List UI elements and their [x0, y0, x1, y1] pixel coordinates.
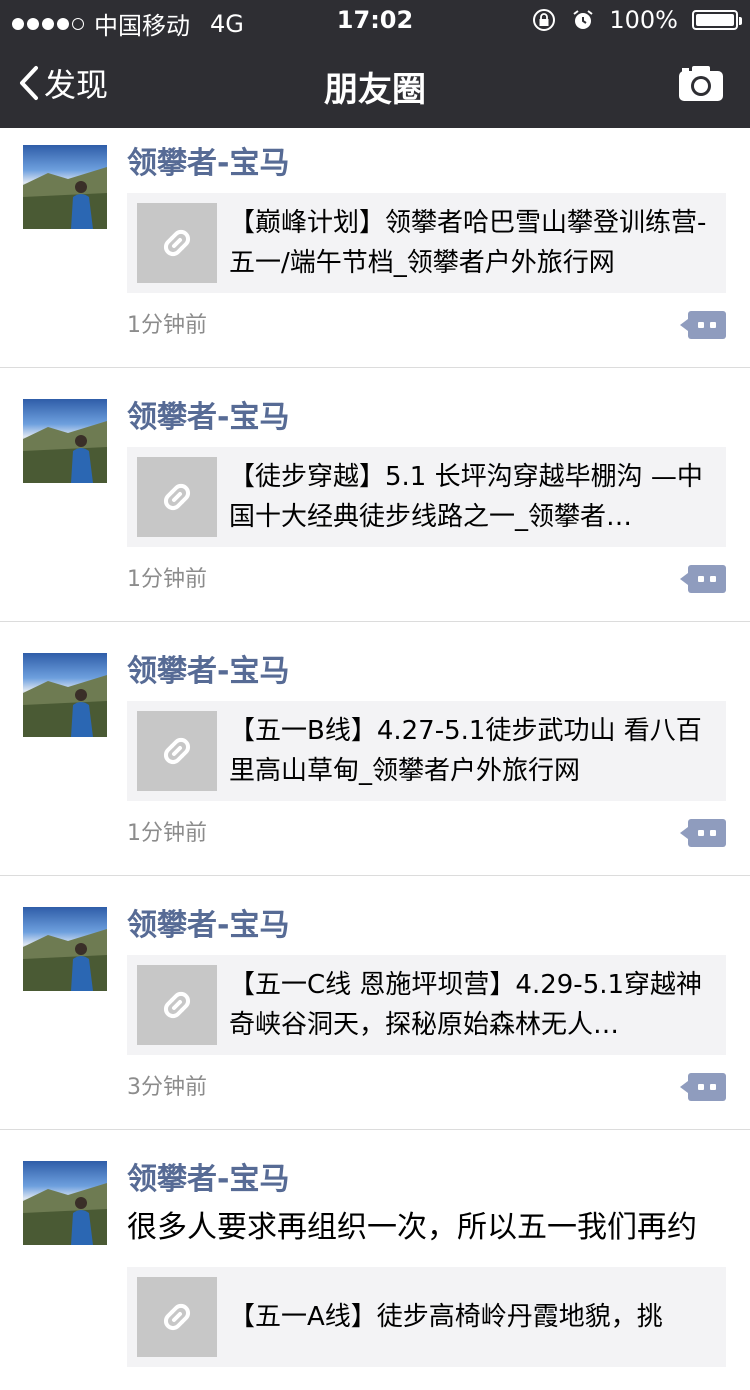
comment-button[interactable]	[680, 311, 726, 339]
post: 领攀者-宝马 【徒步穿越】5.1 长坪沟穿越毕棚沟 —中国十大经典徒步线路之一_…	[0, 368, 750, 622]
post-text: 很多人要求再组织一次，所以五一我们再约	[127, 1210, 697, 1245]
avatar[interactable]	[23, 1161, 107, 1245]
post: 领攀者-宝马 【五一C线 恩施坪坝营】4.29-5.1穿越神奇峡谷洞天，探秘原始…	[0, 876, 750, 1130]
link-thumbnail	[137, 711, 217, 791]
camera-button[interactable]	[678, 64, 724, 106]
rotation-lock-icon	[533, 9, 556, 31]
status-right: 100%	[531, 6, 742, 34]
moments-feed: 领攀者-宝马 【巅峰计划】领攀者哈巴雪山攀登训练营-五一/端午节档_领攀者户外旅…	[0, 128, 750, 1390]
battery-percent: 100%	[609, 6, 678, 34]
comment-button[interactable]	[680, 565, 726, 593]
avatar[interactable]	[23, 907, 107, 991]
avatar-photo	[23, 1183, 107, 1245]
post-time: 1分钟前	[127, 313, 207, 338]
status-bar: 中国移动 4G 17:02 100%	[0, 0, 750, 40]
link-icon	[163, 229, 191, 257]
battery-fill	[696, 14, 734, 26]
post-time: 1分钟前	[127, 567, 207, 592]
comment-button[interactable]	[680, 1073, 726, 1101]
link-card[interactable]: 【徒步穿越】5.1 长坪沟穿越毕棚沟 —中国十大经典徒步线路之一_领攀者…	[127, 447, 726, 547]
post-author[interactable]: 领攀者-宝马	[127, 907, 726, 945]
link-thumbnail	[137, 457, 217, 537]
post: 领攀者-宝马 【五一B线】4.27-5.1徒步武功山 看八百里高山草甸_领攀者户…	[0, 622, 750, 876]
avatar-photo	[23, 929, 107, 991]
link-card[interactable]: 【五一B线】4.27-5.1徒步武功山 看八百里高山草甸_领攀者户外旅行网	[127, 701, 726, 801]
link-title: 【五一A线】徒步高椅岭丹霞地貌，挑	[229, 1302, 663, 1332]
link-icon	[163, 483, 191, 511]
nav-bar: 发现 朋友圈	[0, 40, 750, 128]
avatar-photo	[23, 675, 107, 737]
battery-icon	[692, 10, 742, 30]
page-title: 朋友圈	[324, 70, 426, 110]
avatar-photo	[23, 167, 107, 229]
link-title: 【巅峰计划】领攀者哈巴雪山攀登训练营-五一/端午节档_领攀者户外旅行网	[229, 208, 707, 278]
post-time: 3分钟前	[127, 1075, 207, 1100]
link-icon	[163, 737, 191, 765]
camera-icon	[679, 66, 723, 101]
link-card[interactable]: 【巅峰计划】领攀者哈巴雪山攀登训练营-五一/端午节档_领攀者户外旅行网	[127, 193, 726, 293]
avatar[interactable]	[23, 653, 107, 737]
alarm-icon	[573, 10, 593, 29]
post-author[interactable]: 领攀者-宝马	[127, 145, 726, 183]
link-title: 【五一C线 恩施坪坝营】4.29-5.1穿越神奇峡谷洞天，探秘原始森林无人…	[229, 970, 703, 1040]
link-title: 【五一B线】4.27-5.1徒步武功山 看八百里高山草甸_领攀者户外旅行网	[229, 716, 702, 786]
post: 领攀者-宝马 很多人要求再组织一次，所以五一我们再约 【五一A线】徒步高椅岭丹霞…	[0, 1130, 750, 1390]
avatar[interactable]	[23, 145, 107, 229]
link-card[interactable]: 【五一C线 恩施坪坝营】4.29-5.1穿越神奇峡谷洞天，探秘原始森林无人…	[127, 955, 726, 1055]
post-time: 1分钟前	[127, 821, 207, 846]
post: 领攀者-宝马 【巅峰计划】领攀者哈巴雪山攀登训练营-五一/端午节档_领攀者户外旅…	[0, 128, 750, 368]
link-icon	[163, 1303, 191, 1331]
post-author[interactable]: 领攀者-宝马	[127, 399, 726, 437]
link-icon	[163, 991, 191, 1019]
comment-button[interactable]	[680, 819, 726, 847]
link-thumbnail	[137, 965, 217, 1045]
post-author[interactable]: 领攀者-宝马	[127, 653, 726, 691]
link-title: 【徒步穿越】5.1 长坪沟穿越毕棚沟 —中国十大经典徒步线路之一_领攀者…	[229, 462, 703, 532]
link-thumbnail	[137, 1277, 217, 1357]
link-thumbnail	[137, 203, 217, 283]
avatar-photo	[23, 421, 107, 483]
post-author[interactable]: 领攀者-宝马	[127, 1161, 726, 1199]
avatar[interactable]	[23, 399, 107, 483]
link-card[interactable]: 【五一A线】徒步高椅岭丹霞地貌，挑	[127, 1267, 726, 1367]
